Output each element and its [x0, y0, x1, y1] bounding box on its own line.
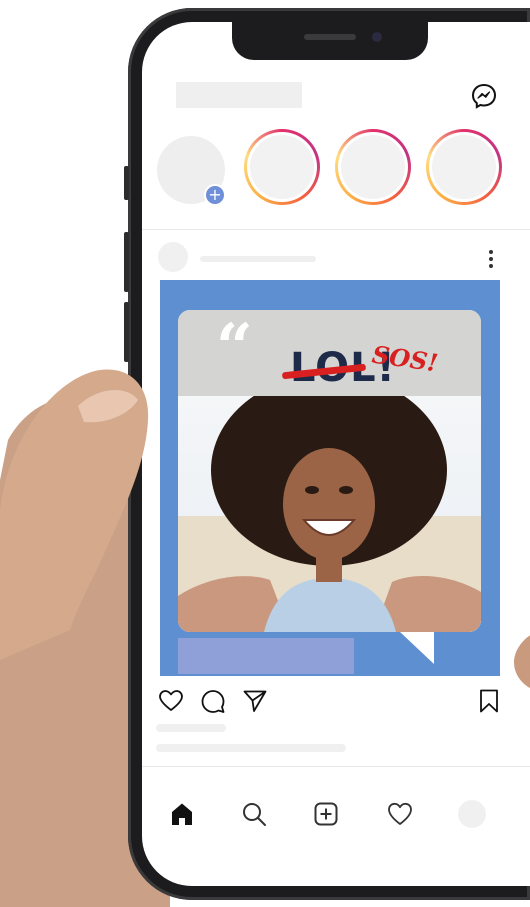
- messenger-icon[interactable]: [470, 82, 498, 110]
- app-title-placeholder: [176, 82, 302, 108]
- add-story-badge[interactable]: +: [204, 184, 226, 206]
- bookmark-icon[interactable]: [476, 688, 502, 714]
- story-avatar: [432, 135, 496, 199]
- profile-avatar[interactable]: [458, 800, 486, 828]
- caption-placeholder-bar: [178, 638, 354, 674]
- story-ring[interactable]: [244, 129, 320, 205]
- share-icon[interactable]: [242, 688, 268, 714]
- add-post-icon[interactable]: [312, 800, 340, 828]
- stories-divider: [142, 229, 530, 230]
- phone-side-button: [124, 166, 129, 200]
- story-ring[interactable]: [426, 129, 502, 205]
- woman-selfie-photo: [178, 396, 481, 632]
- speech-bubble-frame: “ LOL! SOS!: [178, 310, 481, 632]
- search-icon[interactable]: [240, 800, 268, 828]
- quote-mark: “: [216, 310, 253, 385]
- home-icon[interactable]: [168, 800, 196, 828]
- tabbar-divider: [142, 766, 530, 767]
- speech-bubble-tail: [400, 632, 434, 664]
- phone-screen: + “ LOL! SOS!: [142, 22, 530, 886]
- comment-icon[interactable]: [200, 688, 226, 714]
- front-camera: [372, 32, 382, 42]
- story-avatar: [341, 135, 405, 199]
- caption-text-placeholder: [156, 744, 346, 752]
- activity-heart-icon[interactable]: [386, 800, 414, 828]
- phone-volume-down-button: [124, 302, 129, 362]
- phone-volume-up-button: [124, 232, 129, 292]
- story-ring[interactable]: [335, 129, 411, 205]
- thumb: [0, 369, 149, 660]
- finger-right: [514, 635, 530, 688]
- story-avatar: [250, 135, 314, 199]
- earpiece-speaker: [304, 34, 356, 40]
- post-author-avatar[interactable]: [158, 242, 188, 272]
- post-author-name-placeholder[interactable]: [200, 256, 316, 262]
- phone-notch: [232, 22, 428, 60]
- more-vertical-icon[interactable]: [486, 248, 496, 270]
- post-image[interactable]: “ LOL! SOS!: [160, 280, 500, 676]
